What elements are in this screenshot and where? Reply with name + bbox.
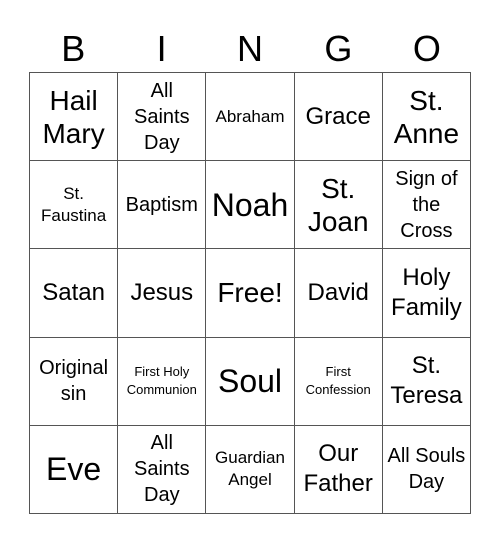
- header-letter-o: O: [412, 28, 441, 69]
- bingo-cell-label: St. Joan: [307, 172, 369, 237]
- bingo-cell-label: All Saints Day: [133, 79, 190, 154]
- bingo-cell-label: Eve: [46, 451, 102, 488]
- bingo-cell[interactable]: St. Anne: [382, 73, 471, 162]
- bingo-cell[interactable]: Hail Mary: [30, 73, 119, 162]
- bingo-cell-label: Holy Family: [391, 263, 462, 321]
- bingo-cell[interactable]: Abraham: [206, 73, 295, 162]
- bingo-cell-label: St. Anne: [393, 84, 460, 149]
- bingo-cell-label: Free!: [217, 277, 283, 309]
- bingo-cell[interactable]: Our Father: [294, 425, 383, 514]
- bingo-cell[interactable]: First Confession: [294, 337, 383, 426]
- header-letter-i: I: [156, 28, 167, 69]
- bingo-cell[interactable]: Original sin: [30, 337, 119, 426]
- bingo-cell-label: Sign of the Cross: [395, 167, 458, 242]
- bingo-cell-label: First Holy Communion: [126, 364, 197, 398]
- bingo-cell-label: First Confession: [305, 364, 371, 398]
- bingo-cell[interactable]: Baptism: [118, 161, 207, 250]
- bingo-cell[interactable]: David: [294, 249, 383, 338]
- bingo-cell[interactable]: Free!: [206, 249, 295, 338]
- bingo-cell-label: Noah: [211, 186, 289, 223]
- bingo-cell[interactable]: First Holy Communion: [118, 337, 207, 426]
- bingo-cell[interactable]: Eve: [30, 425, 119, 514]
- bingo-card-grid: Hail Mary All Saints Day Abraham Grace St. A…: [29, 72, 471, 514]
- bingo-cell[interactable]: Holy Family: [382, 249, 471, 338]
- bingo-header: B I N G O: [29, 26, 471, 72]
- bingo-cell-label: Soul: [217, 363, 283, 400]
- bingo-cell-label: Grace: [305, 102, 371, 130]
- header-letter-n: N: [237, 28, 264, 69]
- bingo-cell-label: Our Father: [303, 440, 373, 498]
- bingo-cell[interactable]: Satan: [30, 249, 119, 338]
- bingo-cell-label: All Souls Day: [387, 445, 466, 494]
- header-letter-b: B: [61, 28, 86, 69]
- bingo-cell-label: Baptism: [125, 193, 198, 216]
- bingo-cell-label: All Saints Day: [133, 432, 190, 507]
- bingo-cell[interactable]: St. Teresa: [382, 337, 471, 426]
- bingo-cell[interactable]: St. Joan: [294, 161, 383, 250]
- bingo-cell[interactable]: Noah: [206, 161, 295, 250]
- bingo-cell-label: Satan: [42, 278, 105, 306]
- bingo-cell[interactable]: Grace: [294, 73, 383, 162]
- header-letter-g: G: [324, 28, 353, 69]
- bingo-cell[interactable]: Guardian Angel: [206, 425, 295, 514]
- bingo-cell[interactable]: Soul: [206, 337, 295, 426]
- bingo-cell-label: Guardian Angel: [215, 448, 285, 490]
- bingo-cell-label: Jesus: [130, 278, 194, 306]
- bingo-cell[interactable]: St. Faustina: [30, 161, 119, 250]
- bingo-cell-label: St. Teresa: [390, 352, 463, 410]
- bingo-cell-label: David: [307, 278, 369, 306]
- bingo-cell-label: St. Faustina: [40, 183, 107, 225]
- bingo-cell[interactable]: All Souls Day: [382, 425, 471, 514]
- bingo-cell[interactable]: Sign of the Cross: [382, 161, 471, 250]
- bingo-cell[interactable]: Jesus: [118, 249, 207, 338]
- bingo-cell[interactable]: All Saints Day: [118, 73, 207, 162]
- bingo-cell-label: Abraham: [215, 106, 285, 126]
- bingo-cell[interactable]: All Saints Day: [118, 425, 207, 514]
- bingo-cell-label: Original sin: [39, 357, 109, 406]
- bingo-cell-label: Hail Mary: [42, 84, 105, 149]
